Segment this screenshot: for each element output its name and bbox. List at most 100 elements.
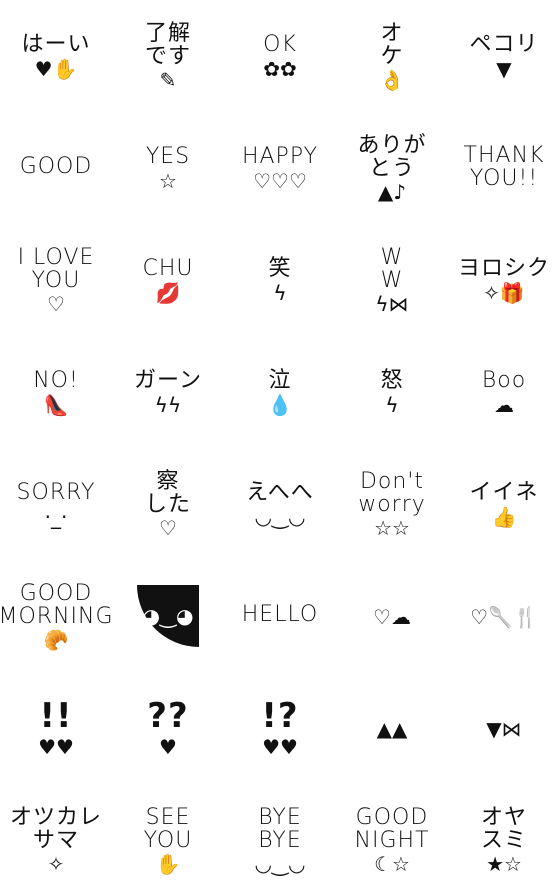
sticker[interactable]: W Wϟ⋈	[336, 224, 448, 336]
sticker[interactable]: SORRY ·_·	[0, 448, 112, 560]
sticker[interactable]: Don't worry ☆☆	[336, 448, 448, 560]
sticker-text: Don't worry	[358, 468, 426, 517]
sticker-doodle-icon: ◡‿◡	[254, 852, 306, 877]
sticker[interactable]: GOOD	[0, 112, 112, 224]
sticker-text: ガーン	[134, 368, 202, 394]
sticker[interactable]: ♡🥄🍴	[448, 560, 560, 672]
sticker[interactable]: ガーン ϟϟ	[112, 336, 224, 448]
sticker-text: THANK YOU!!	[463, 142, 545, 191]
sticker[interactable]: GOOD NIGHT ☾☆	[336, 784, 448, 896]
sticker[interactable]: YES ☆	[112, 112, 224, 224]
sticker-doodle-icon: ▲▲	[376, 717, 408, 741]
sticker-text: 了解 です	[144, 20, 191, 69]
sticker[interactable]: ◕‿◕	[112, 560, 224, 672]
sticker[interactable]: ♡☁	[336, 560, 448, 672]
sticker-doodle-icon: 👠	[43, 392, 69, 417]
sticker[interactable]: NO! 👠	[0, 336, 112, 448]
sticker-text: BYE BYE	[258, 804, 302, 853]
sticker[interactable]: ▼⋈	[448, 672, 560, 784]
sticker[interactable]: Boo ☁	[448, 336, 560, 448]
sticker-text: 怒	[380, 368, 404, 394]
sticker-doodle-icon: ♡	[159, 516, 177, 541]
sticker-doodle-icon: ★☆	[486, 852, 522, 877]
sticker[interactable]: HELLO	[224, 560, 336, 672]
sticker-doodle-icon: ϟϟ	[154, 392, 182, 417]
sticker[interactable]: ▲▲	[336, 672, 448, 784]
sticker[interactable]: はーい ♥✋	[0, 0, 112, 112]
sticker-text: ペコリ	[469, 32, 539, 58]
sticker-text: 察 した	[144, 468, 191, 517]
sticker[interactable]: OK ✿✿	[224, 0, 336, 112]
moon-smiley-icon: ◕‿◕	[137, 585, 199, 647]
sticker-doodle-icon: 🥐	[43, 628, 69, 653]
sticker-doodle-icon: ✧🎁	[483, 280, 525, 305]
sticker-text: ??	[147, 696, 189, 737]
sticker[interactable]: SEE YOU ✋	[112, 784, 224, 896]
sticker-doodle-icon: 👌	[379, 68, 405, 93]
sticker[interactable]: ?? ♥	[112, 672, 224, 784]
sticker[interactable]: 泣 💧	[224, 336, 336, 448]
sticker-text: 泣	[268, 368, 292, 394]
sticker[interactable]: THANK YOU!!	[448, 112, 560, 224]
sticker[interactable]: !! ♥♥	[0, 672, 112, 784]
sticker-doodle-icon: ✎	[159, 68, 177, 93]
sticker[interactable]: 怒ϟ	[336, 336, 448, 448]
sticker[interactable]: ありが とう ▲♪	[336, 112, 448, 224]
sticker[interactable]: I LOVE YOU ♡	[0, 224, 112, 336]
sticker[interactable]: オツカレ サマ ✧	[0, 784, 112, 896]
sticker[interactable]: イイネ 👍	[448, 448, 560, 560]
sticker-text: NO!	[33, 368, 79, 394]
sticker-text: HELLO	[241, 602, 319, 628]
sticker-doodle-icon: 👍	[491, 504, 517, 529]
sticker[interactable]: オ ケ 👌	[336, 0, 448, 112]
sticker[interactable]: GOOD MORNING 🥐	[0, 560, 113, 672]
sticker[interactable]: 察 した ♡	[112, 448, 224, 560]
sticker-doodle-icon: ▲♪	[377, 180, 407, 205]
sticker-doodle-icon: ☆☆	[374, 516, 410, 541]
sticker[interactable]: HAPPY ♡♡♡	[224, 112, 336, 224]
sticker-text: SEE YOU	[143, 804, 193, 853]
sticker[interactable]: ペコリ ▼	[448, 0, 560, 112]
sticker[interactable]: 了解 です ✎	[112, 0, 224, 112]
sticker-doodle-icon: ♥♥	[38, 734, 74, 759]
sticker[interactable]: CHU 💋	[112, 224, 224, 336]
sticker[interactable]: !? ♥♥	[224, 672, 336, 784]
sticker-text: オツカレ サマ	[9, 804, 102, 853]
sticker-doodle-icon: ϟ⋈	[375, 292, 409, 317]
sticker[interactable]: えへへ ◡‿◡	[224, 448, 336, 560]
sticker-text: はーい	[21, 32, 91, 58]
sticker-doodle-icon: ♥	[159, 734, 177, 759]
sticker[interactable]: ヨロシク ✧🎁	[448, 224, 560, 336]
sticker-doodle-icon: ▼⋈	[486, 717, 522, 741]
sticker-doodle-icon: ✿✿	[263, 56, 297, 81]
sticker-doodle-icon: ·_·	[44, 504, 68, 529]
sticker-text: !?	[261, 696, 299, 737]
sticker-text: SORRY	[16, 480, 96, 506]
sticker-text: Boo	[481, 368, 527, 394]
sticker-doodle-icon: ✋	[155, 852, 181, 877]
sticker-text: GOOD	[19, 154, 93, 180]
sticker-doodle-icon: 💋	[155, 280, 181, 305]
sticker[interactable]: オヤ スミ ★☆	[448, 784, 560, 896]
sticker-text: YES	[145, 144, 191, 170]
sticker-doodle-icon: ♥✋	[34, 56, 78, 81]
sticker-text: OK	[263, 32, 297, 58]
sticker-text: ありが とう	[357, 132, 427, 181]
sticker-doodle-icon: ♡🥄🍴	[470, 605, 538, 629]
sticker-text: GOOD NIGHT	[354, 804, 430, 853]
sticker-doodle-icon: ☆	[159, 168, 177, 193]
sticker-doodle-icon: ♥♥	[262, 734, 298, 759]
sticker-text: オヤ スミ	[480, 804, 527, 853]
sticker[interactable]: 笑ϟ	[224, 224, 336, 336]
sticker-doodle-icon: 💧	[267, 392, 293, 417]
sticker-doodle-icon: ☾☆	[374, 852, 410, 877]
sticker-doodle-icon: ϟ	[385, 392, 399, 417]
sticker-doodle-icon: ♡☁	[373, 605, 411, 629]
sticker-text: !!	[39, 696, 73, 737]
sticker[interactable]: BYE BYE ◡‿◡	[224, 784, 336, 896]
sticker-doodle-icon: ◡‿◡	[254, 504, 306, 529]
sticker-doodle-icon: ϟ	[273, 280, 287, 305]
sticker-grid: はーい ♥✋ 了解 です ✎ OK ✿✿ オ ケ 👌 ペコリ ▼ GOOD YES ☆ HAPPY ♡♡♡ あ…	[0, 0, 560, 896]
sticker-doodle-icon: ♡	[47, 292, 65, 317]
sticker-doodle-icon: ♡♡♡	[253, 168, 307, 193]
